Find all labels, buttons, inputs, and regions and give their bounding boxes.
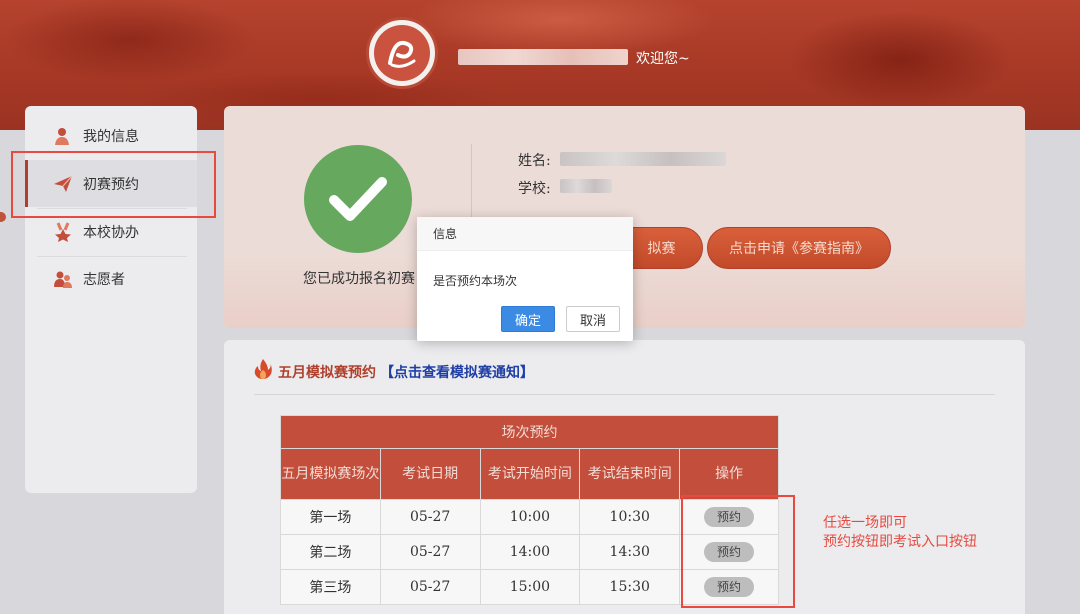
section-title: 五月模拟赛预约 — [278, 365, 376, 381]
date-cell: 05-27 — [379, 569, 481, 605]
success-check-icon — [304, 145, 412, 253]
annotation-highlight-sidebar — [11, 151, 216, 218]
school-label: 学校: — [518, 181, 551, 197]
session-cell: 第一场 — [280, 499, 381, 535]
start-time-cell: 15:00 — [479, 569, 581, 605]
session-cell: 第三场 — [280, 569, 381, 605]
logo-emblem-icon — [374, 25, 430, 81]
column-header: 考试开始时间 — [479, 448, 581, 500]
section-divider — [254, 394, 995, 395]
table-caption: 场次预约 — [280, 415, 779, 449]
site-logo[interactable] — [366, 17, 438, 89]
scroll-indicator — [0, 212, 6, 222]
cancel-button[interactable]: 取消 — [566, 306, 620, 332]
confirm-dialog: 信息 是否预约本场次 确定 取消 — [417, 217, 633, 341]
start-time-cell: 14:00 — [479, 534, 581, 570]
annotation-note: 任选一场即可 预约按钮即考试入口按钮 — [823, 514, 977, 552]
date-cell: 05-27 — [379, 534, 481, 570]
column-header: 五月模拟赛场次 — [280, 448, 381, 500]
end-time-cell: 10:30 — [579, 499, 681, 535]
annotation-line: 预约按钮即考试入口按钮 — [823, 534, 977, 550]
column-header: 考试结束时间 — [579, 448, 681, 500]
annotation-highlight-actions — [681, 495, 795, 608]
school-value-blurred — [560, 179, 612, 193]
user-icon — [53, 126, 73, 146]
dialog-message: 是否预约本场次 — [433, 274, 518, 288]
sidebar-item-label: 志愿者 — [83, 271, 125, 288]
users-icon — [53, 269, 73, 289]
medal-icon — [53, 221, 73, 242]
confirm-button[interactable]: 确定 — [501, 306, 555, 332]
date-cell: 05-27 — [379, 499, 481, 535]
start-time-cell: 10:00 — [479, 499, 581, 535]
mock-contest-label: 拟赛 — [647, 241, 676, 257]
column-header: 操作 — [679, 448, 779, 500]
dialog-title: 信息 — [417, 217, 633, 251]
column-header: 考试日期 — [379, 448, 481, 500]
sidebar-item-volunteer[interactable]: 志愿者 — [25, 255, 197, 302]
end-time-cell: 15:30 — [579, 569, 681, 605]
apply-guide-label: 点击申请《参赛指南》 — [729, 241, 869, 257]
name-label: 姓名: — [518, 153, 551, 169]
mock-notice-link[interactable]: 【点击查看模拟赛通知】 — [380, 362, 534, 382]
username-blurred — [458, 49, 628, 65]
annotation-line: 任选一场即可 — [823, 515, 907, 531]
session-cell: 第二场 — [280, 534, 381, 570]
name-value-blurred — [560, 152, 726, 166]
registration-success-text: 您已成功报名初赛 — [303, 271, 415, 287]
sidebar-item-label: 我的信息 — [83, 128, 139, 145]
welcome-text: 欢迎您~ — [636, 51, 690, 67]
end-time-cell: 14:30 — [579, 534, 681, 570]
apply-guide-button[interactable]: 点击申请《参赛指南》 — [707, 227, 891, 269]
flame-icon — [254, 359, 272, 379]
sidebar-item-label: 本校协办 — [83, 224, 139, 241]
